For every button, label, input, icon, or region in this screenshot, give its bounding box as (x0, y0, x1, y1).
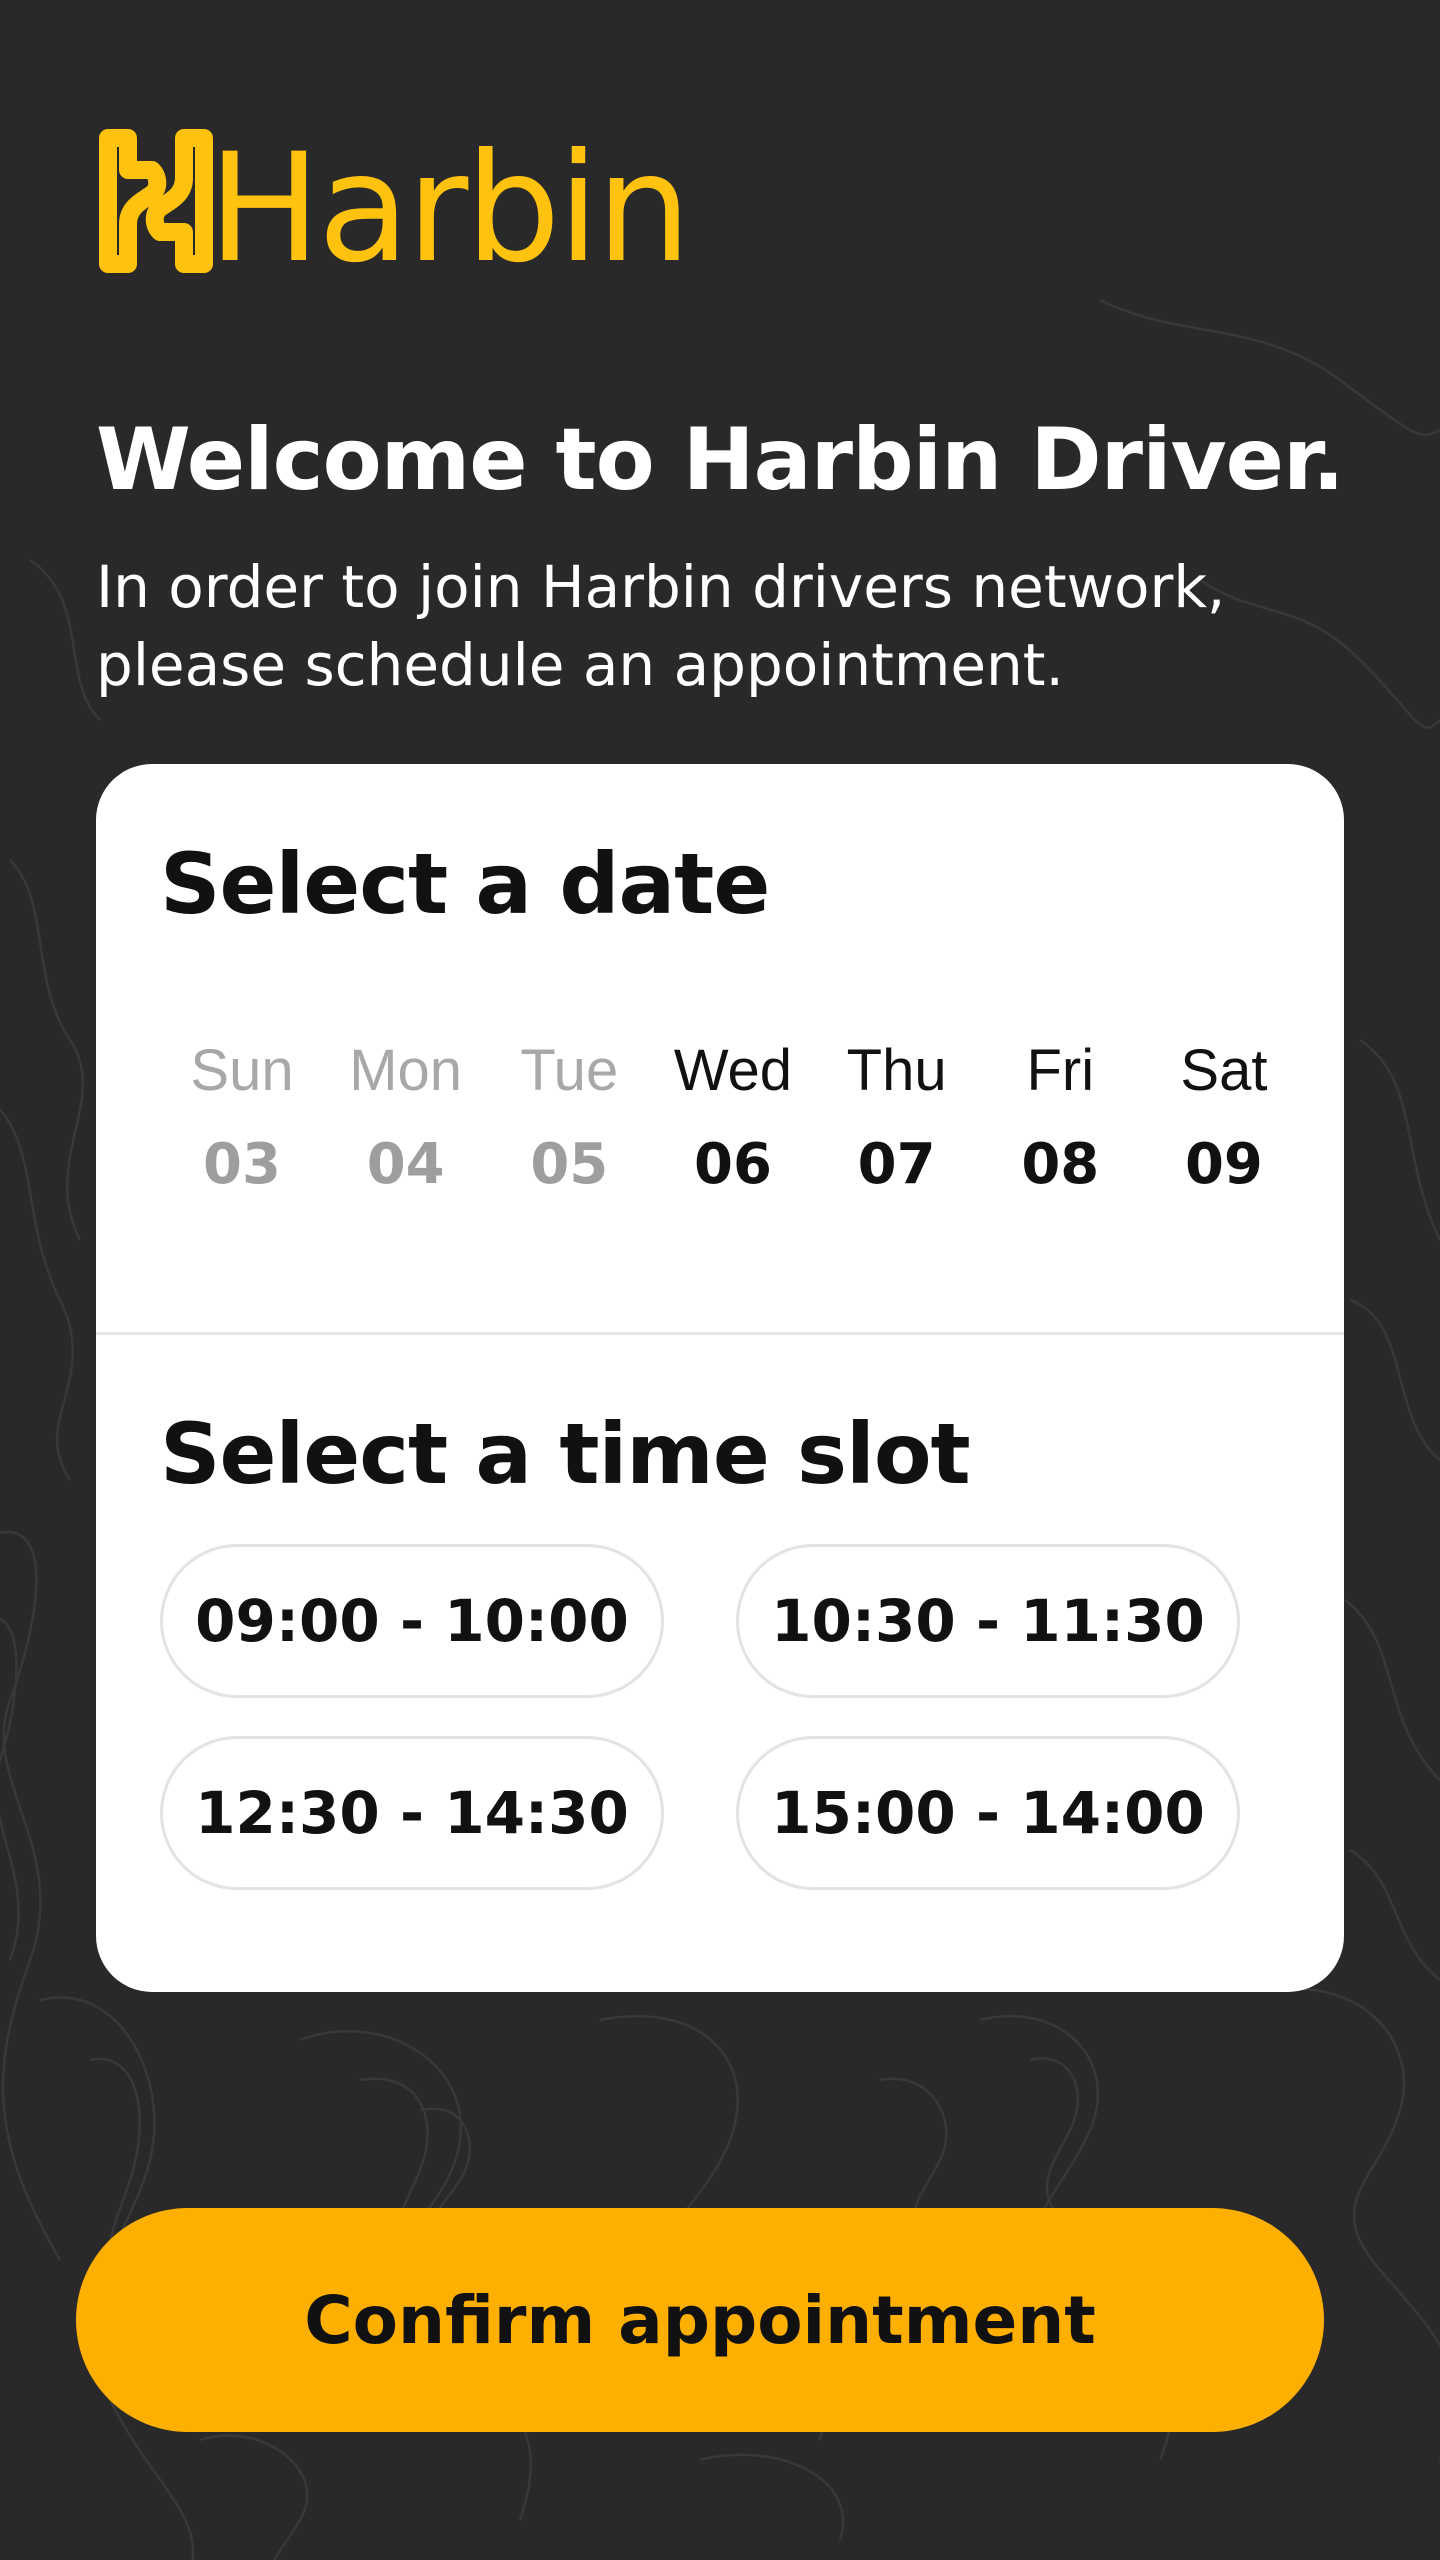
time-slot-button[interactable]: 12:30 - 14:30 (160, 1736, 664, 1890)
date-option-fri[interactable]: Fri 08 (990, 1036, 1130, 1200)
harbin-logo: Harbin (96, 126, 691, 284)
date-option-sat[interactable]: Sat 09 (1154, 1036, 1294, 1200)
day-name: Mon (349, 1038, 463, 1103)
date-option-wed[interactable]: Wed 06 (663, 1036, 803, 1200)
day-name: Wed (673, 1038, 793, 1103)
time-section-title: Select a time slot (160, 1405, 971, 1503)
date-option-mon[interactable]: Mon 04 (336, 1036, 476, 1200)
welcome-title: Welcome to Harbin Driver. (96, 410, 1345, 510)
day-name: Thu (846, 1038, 947, 1103)
day-number: 03 (203, 1132, 281, 1197)
day-number: 04 (366, 1132, 445, 1197)
brand-name: Harbin (208, 122, 691, 296)
time-slot-button[interactable]: 10:30 - 11:30 (736, 1544, 1240, 1698)
time-slot-button[interactable]: 09:00 - 10:00 (160, 1544, 664, 1698)
welcome-subtitle: In order to join Harbin drivers network,… (96, 553, 1226, 699)
day-name: Tue (520, 1038, 619, 1103)
time-slot-button[interactable]: 15:00 - 14:00 (736, 1736, 1240, 1890)
day-number: 07 (857, 1132, 936, 1197)
day-name: Sun (190, 1038, 294, 1103)
date-option-thu[interactable]: Thu 07 (827, 1036, 967, 1200)
harbin-h-logo-icon (99, 129, 213, 273)
day-number: 06 (694, 1132, 772, 1197)
date-section-title: Select a date (160, 835, 770, 933)
day-name: Sat (1180, 1038, 1268, 1103)
date-option-sun[interactable]: Sun 03 (172, 1036, 312, 1200)
day-number: 05 (530, 1132, 609, 1197)
day-number: 08 (1021, 1132, 1100, 1197)
day-number: 09 (1184, 1132, 1263, 1197)
date-picker: Sun 03 Mon 04 Tue 05 Wed 06 Thu 07 Fri 0… (172, 1036, 1294, 1200)
confirm-appointment-button[interactable]: Confirm appointment (76, 2208, 1324, 2432)
appointment-card: Select a date Sun 03 Mon 04 Tue 05 Wed 0… (96, 764, 1344, 1992)
day-name: Fri (1026, 1038, 1095, 1103)
section-divider (96, 1332, 1344, 1335)
date-option-tue[interactable]: Tue 05 (499, 1036, 639, 1200)
